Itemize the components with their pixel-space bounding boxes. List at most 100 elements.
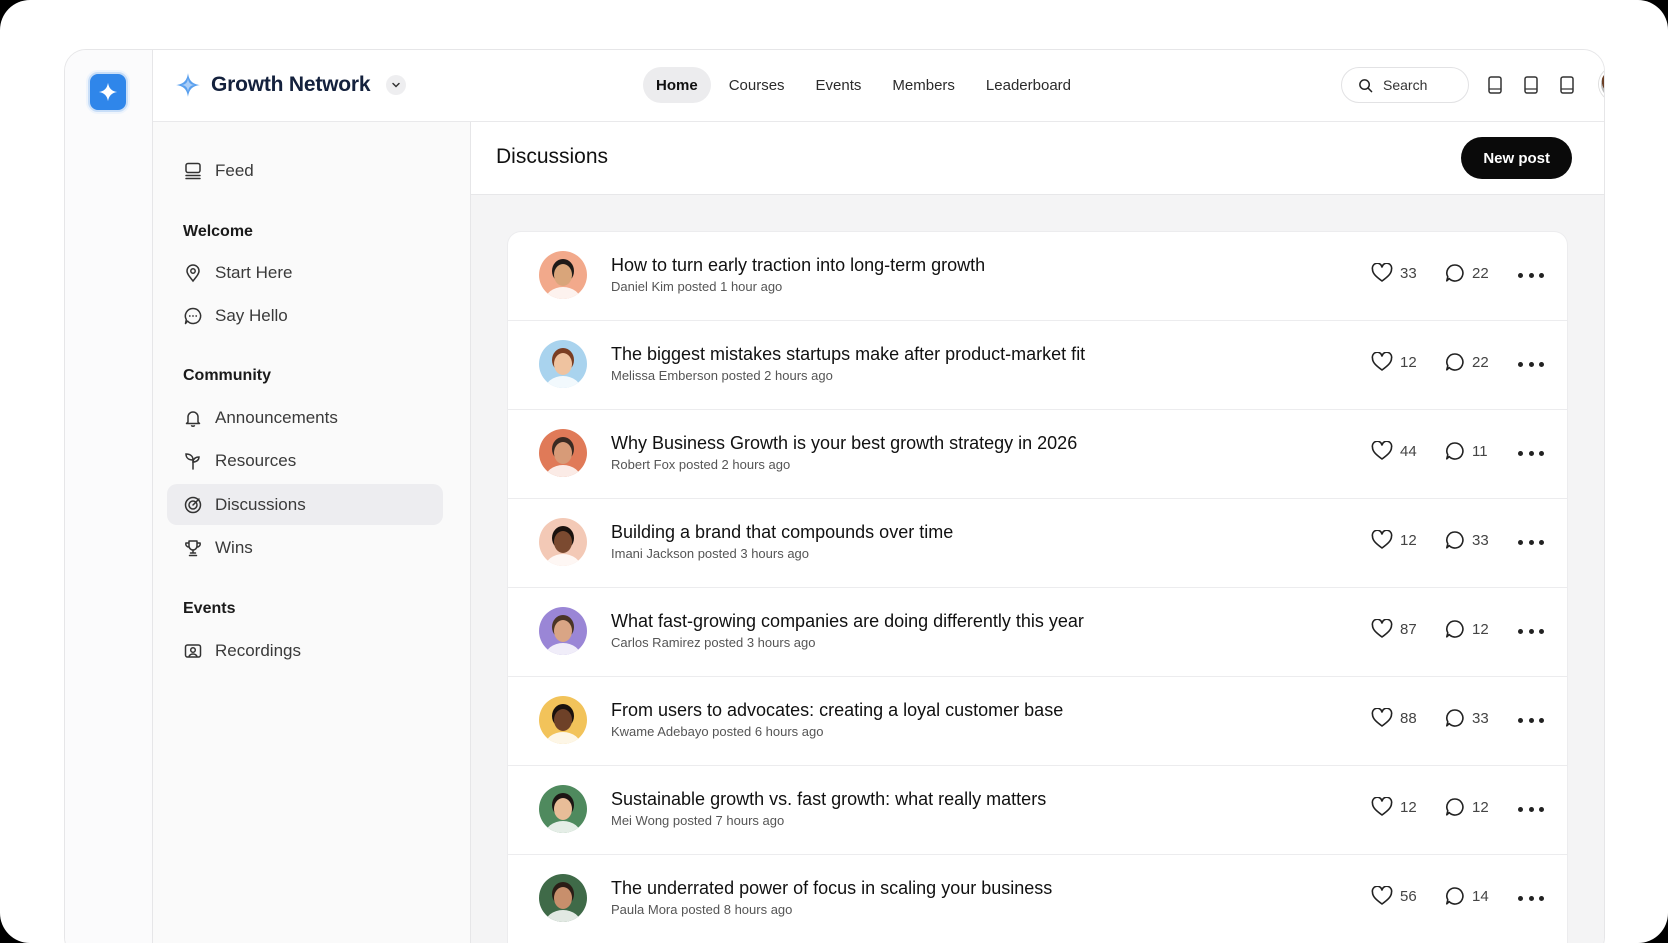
- avatar[interactable]: [539, 251, 587, 299]
- user-avatar[interactable]: [1599, 67, 1604, 101]
- list-item[interactable]: What fast-growing companies are doing di…: [508, 588, 1567, 677]
- tablet-icon-button-2[interactable]: [1521, 75, 1541, 95]
- tab-home[interactable]: Home: [643, 67, 711, 103]
- main-nav: Home Courses Events Members Leaderboard: [643, 67, 1089, 103]
- comment-icon: [1446, 709, 1464, 727]
- post-title[interactable]: The biggest mistakes startups make after…: [611, 344, 1085, 365]
- more-options-button[interactable]: [1518, 266, 1544, 284]
- tab-members[interactable]: Members: [879, 67, 968, 103]
- tablet-icon-button-3[interactable]: [1557, 75, 1577, 95]
- post-title[interactable]: Sustainable growth vs. fast growth: what…: [611, 789, 1046, 810]
- like-count: 56: [1400, 887, 1417, 905]
- like-count: 44: [1400, 442, 1417, 460]
- ellipsis-dot-icon: [1539, 272, 1544, 278]
- comment-button[interactable]: 12: [1445, 619, 1489, 639]
- like-button[interactable]: 87: [1371, 619, 1417, 639]
- more-options-button[interactable]: [1518, 800, 1544, 818]
- avatar[interactable]: [539, 429, 587, 477]
- sidebar-item-label: Start Here: [215, 262, 293, 282]
- sidebar-item-wins[interactable]: Wins: [167, 527, 443, 568]
- tab-courses[interactable]: Courses: [716, 67, 798, 103]
- sidebar-item-discussions[interactable]: Discussions: [167, 484, 443, 525]
- comment-button[interactable]: 33: [1445, 708, 1489, 728]
- search-input[interactable]: Search: [1341, 67, 1469, 103]
- post-title[interactable]: What fast-growing companies are doing di…: [611, 611, 1084, 632]
- ellipsis-dot-icon: [1528, 272, 1534, 278]
- ellipsis-dot-icon: [1528, 717, 1534, 723]
- avatar[interactable]: [539, 874, 587, 922]
- avatar[interactable]: [539, 696, 587, 744]
- brand-menu-button[interactable]: [386, 75, 407, 95]
- avatar[interactable]: [539, 785, 587, 833]
- sidebar: Feed Welcome Start Here Say Hello Commun…: [153, 122, 471, 943]
- screen-frame: Growth Network Home Courses Events Membe…: [0, 0, 1668, 943]
- comment-count: 33: [1472, 531, 1489, 549]
- more-options-button[interactable]: [1518, 622, 1544, 640]
- more-options-button[interactable]: [1518, 444, 1544, 462]
- list-item[interactable]: How to turn early traction into long-ter…: [508, 232, 1567, 321]
- tablet-icon-button-1[interactable]: [1485, 75, 1505, 95]
- sidebar-item-say-hello[interactable]: Say Hello: [167, 295, 443, 336]
- sidebar-item-feed[interactable]: Feed: [167, 150, 443, 191]
- trophy-icon: [185, 539, 201, 556]
- avatar[interactable]: [539, 607, 587, 655]
- comment-button[interactable]: 22: [1445, 352, 1489, 372]
- tab-leaderboard[interactable]: Leaderboard: [973, 67, 1084, 103]
- list-item[interactable]: Why Business Growth is your best growth …: [508, 410, 1567, 499]
- sidebar-item-label: Say Hello: [215, 305, 288, 325]
- post-title[interactable]: Building a brand that compounds over tim…: [611, 522, 953, 543]
- more-options-button[interactable]: [1518, 711, 1544, 729]
- list-item[interactable]: Building a brand that compounds over tim…: [508, 499, 1567, 588]
- search-icon: [1359, 78, 1373, 92]
- like-button[interactable]: 12: [1371, 797, 1417, 817]
- avatar[interactable]: [539, 518, 587, 566]
- more-options-button[interactable]: [1518, 533, 1544, 551]
- comment-button[interactable]: 33: [1445, 530, 1489, 550]
- like-button[interactable]: 33: [1371, 263, 1417, 283]
- post-title[interactable]: The underrated power of focus in scaling…: [611, 878, 1052, 899]
- list-item[interactable]: From users to advocates: creating a loya…: [508, 677, 1567, 766]
- sidebar-item-start-here[interactable]: Start Here: [167, 252, 443, 293]
- heart-icon: [1371, 619, 1393, 638]
- list-item[interactable]: The biggest mistakes startups make after…: [508, 321, 1567, 410]
- like-button[interactable]: 12: [1371, 530, 1417, 550]
- brand[interactable]: Growth Network: [175, 68, 407, 102]
- comment-button[interactable]: 12: [1445, 797, 1489, 817]
- heart-icon: [1371, 441, 1393, 460]
- more-options-button[interactable]: [1518, 889, 1544, 907]
- like-button[interactable]: 44: [1371, 441, 1417, 461]
- workspace-rail: [65, 50, 153, 943]
- sidebar-item-resources[interactable]: Resources: [167, 440, 443, 481]
- ellipsis-dot-icon: [1528, 895, 1534, 901]
- avatar[interactable]: [539, 340, 587, 388]
- new-post-button[interactable]: New post: [1461, 137, 1572, 179]
- sidebar-item-announcements[interactable]: Announcements: [167, 397, 443, 438]
- like-button[interactable]: 12: [1371, 352, 1417, 372]
- heart-icon: [1371, 886, 1393, 905]
- comment-count: 12: [1472, 620, 1489, 638]
- sidebar-item-recordings[interactable]: Recordings: [167, 630, 443, 671]
- comment-button[interactable]: 11: [1445, 441, 1488, 461]
- like-button[interactable]: 88: [1371, 708, 1417, 728]
- avatar-portrait-icon: [539, 607, 587, 655]
- list-item[interactable]: The underrated power of focus in scaling…: [508, 855, 1567, 943]
- post-title[interactable]: How to turn early traction into long-ter…: [611, 255, 985, 276]
- post-meta: Carlos Ramirez posted 3 hours ago: [611, 635, 816, 650]
- ellipsis-dot-icon: [1518, 361, 1523, 367]
- post-title[interactable]: From users to advocates: creating a loya…: [611, 700, 1063, 721]
- recording-icon: [184, 643, 202, 658]
- more-options-button[interactable]: [1518, 355, 1544, 373]
- ellipsis-dot-icon: [1518, 895, 1523, 901]
- tab-events[interactable]: Events: [803, 67, 875, 103]
- like-button[interactable]: 56: [1371, 886, 1417, 906]
- main-content: Discussions New post How to turn early t…: [471, 122, 1604, 943]
- workspace-switcher-button[interactable]: [88, 72, 128, 112]
- comment-button[interactable]: 22: [1445, 263, 1489, 283]
- comment-icon: [1446, 264, 1464, 282]
- post-meta: Paula Mora posted 8 hours ago: [611, 902, 793, 917]
- list-item[interactable]: Sustainable growth vs. fast growth: what…: [508, 766, 1567, 855]
- post-title[interactable]: Why Business Growth is your best growth …: [611, 433, 1077, 454]
- comment-button[interactable]: 14: [1445, 886, 1489, 906]
- post-meta: Kwame Adebayo posted 6 hours ago: [611, 724, 824, 739]
- sidebar-item-label: Recordings: [215, 640, 301, 660]
